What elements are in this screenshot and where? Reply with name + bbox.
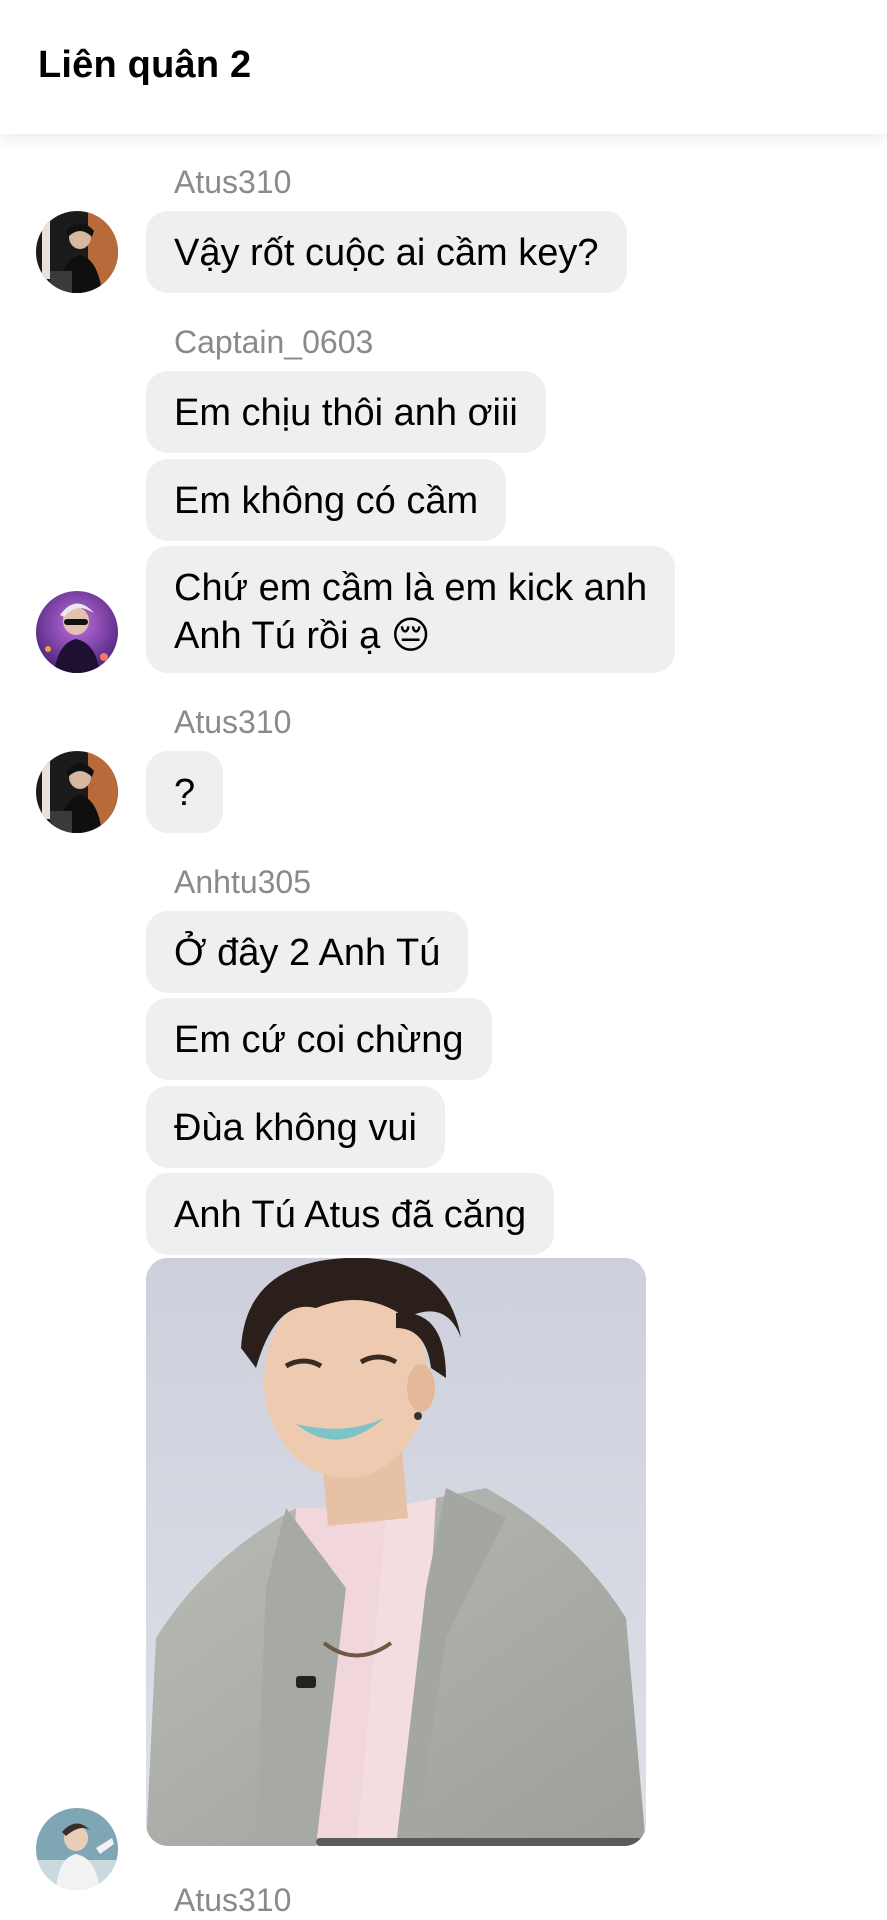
message-bubble[interactable]: Ở đây 2 Anh Tú [146, 911, 469, 993]
message-bubble[interactable]: Em chịu thôi anh ơiii [146, 371, 546, 453]
message-bubble[interactable]: Đùa không vui [146, 1086, 445, 1168]
avatar-atus310[interactable] [36, 211, 118, 293]
message-text: Em cứ coi chừng [174, 1019, 464, 1061]
avatar-atus310[interactable] [36, 751, 118, 833]
message-bubble[interactable]: Chứ em cầm là em kick anh Anh Tú rồi ạ 😔 [146, 546, 676, 673]
avatar-anhtu305[interactable] [36, 1808, 118, 1890]
sender-name: Atus310 [174, 1882, 292, 1918]
sender-name: Atus310 [174, 164, 292, 200]
message-bubble[interactable]: Anh Tú Atus đã căng [146, 1173, 555, 1255]
sender-name: Captain_0603 [174, 324, 374, 360]
message-text: Ở đây 2 Anh Tú [174, 932, 441, 974]
avatar-photo-icon [36, 211, 118, 293]
avatar-photo-icon [36, 591, 118, 673]
message-text: Anh Tú rồi ạ 😔 [174, 615, 431, 657]
message-text: Em chịu thôi anh ơiii [174, 392, 518, 434]
photo-message[interactable] [146, 1258, 646, 1846]
message-bubble[interactable]: Em không có cầm [146, 459, 507, 541]
message-text: Anh Tú Atus đã căng [174, 1194, 527, 1236]
message-bubble[interactable]: ? [146, 751, 224, 833]
message-text: ? [174, 772, 196, 814]
chat-title[interactable]: Liên quân 2 [38, 44, 251, 87]
sender-name: Anhtu305 [174, 864, 312, 900]
message-feed[interactable]: Atus310 Vậy rốt cuộc ai cầm key? Captain… [0, 134, 887, 1920]
sender-name: Atus310 [174, 704, 292, 740]
message-text: Em không có cầm [174, 480, 479, 522]
message-text: Đùa không vui [174, 1107, 417, 1149]
message-text: Vậy rốt cuộc ai cầm key? [174, 232, 599, 274]
photo-image [146, 1258, 646, 1846]
chat-header: Liên quân 2 [0, 0, 887, 134]
message-text: Chứ em cầm là em kick anh [174, 567, 648, 609]
media-progress-bar [316, 1838, 646, 1846]
message-bubble[interactable]: Vậy rốt cuộc ai cầm key? [146, 211, 627, 293]
message-bubble[interactable]: Em cứ coi chừng [146, 998, 492, 1080]
avatar-photo-icon [36, 751, 118, 833]
avatar-captain-0603[interactable] [36, 591, 118, 673]
avatar-photo-icon [36, 1808, 118, 1890]
